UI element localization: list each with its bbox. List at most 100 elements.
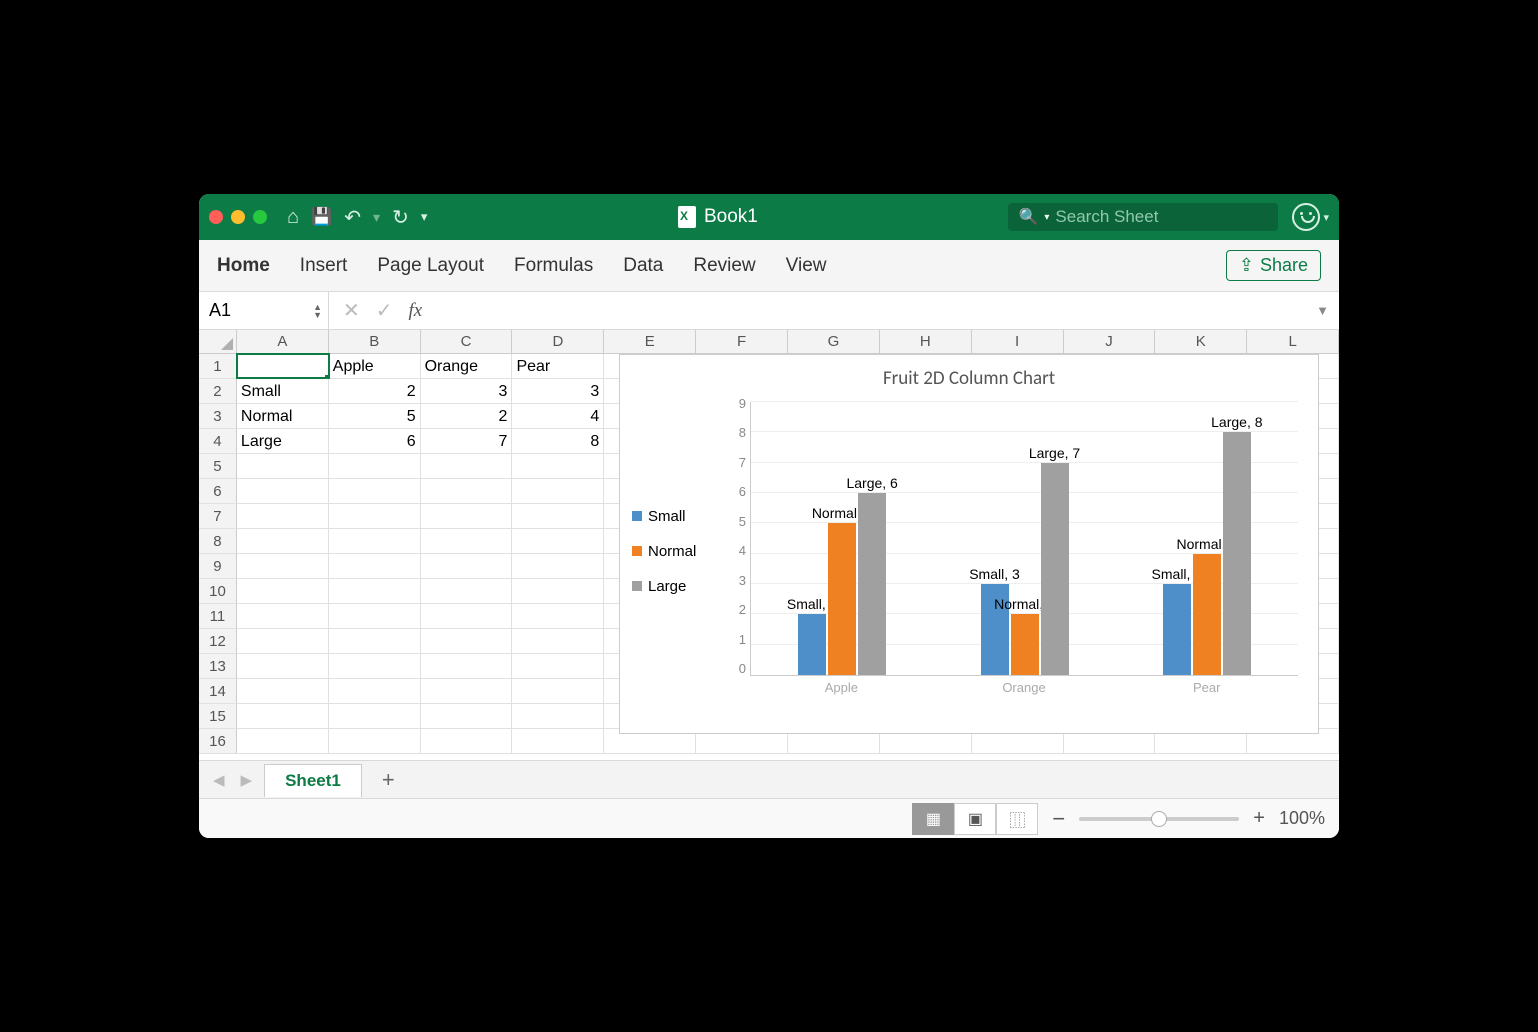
feedback-icon[interactable] — [1292, 203, 1320, 231]
maximize-window[interactable] — [253, 210, 267, 224]
cell-A16[interactable] — [237, 729, 329, 753]
col-header-D[interactable]: D — [512, 330, 604, 353]
col-header-B[interactable]: B — [329, 330, 421, 353]
cell-A9[interactable] — [237, 554, 329, 578]
sheet-nav-next-icon[interactable]: ▶ — [237, 771, 257, 789]
cell-B4[interactable]: 6 — [329, 429, 421, 453]
cell-B2[interactable]: 2 — [329, 379, 421, 403]
bar-Orange-Large[interactable] — [1041, 463, 1069, 675]
cell-A13[interactable] — [237, 654, 329, 678]
cell-D8[interactable] — [512, 529, 604, 553]
bar-Pear-Small[interactable] — [1163, 584, 1191, 675]
col-header-E[interactable]: E — [604, 330, 696, 353]
cell-B7[interactable] — [329, 504, 421, 528]
col-header-K[interactable]: K — [1155, 330, 1247, 353]
col-header-I[interactable]: I — [972, 330, 1064, 353]
tab-view[interactable]: View — [786, 255, 827, 277]
cell-B3[interactable]: 5 — [329, 404, 421, 428]
cell-D14[interactable] — [512, 679, 604, 703]
view-page-layout-icon[interactable]: ▣ — [954, 803, 996, 835]
accept-formula-icon[interactable]: ✓ — [376, 298, 393, 323]
cell-A5[interactable] — [237, 454, 329, 478]
search-sheet-box[interactable]: 🔍▾ — [1008, 203, 1278, 231]
legend-item-small[interactable]: Small — [632, 508, 722, 525]
cell-C5[interactable] — [421, 454, 513, 478]
cell-D6[interactable] — [512, 479, 604, 503]
cell-B15[interactable] — [329, 704, 421, 728]
cell-B14[interactable] — [329, 679, 421, 703]
tab-formulas[interactable]: Formulas — [514, 255, 593, 277]
cell-B8[interactable] — [329, 529, 421, 553]
feedback-chevron-icon[interactable]: ▾ — [1323, 211, 1329, 224]
cell-A15[interactable] — [237, 704, 329, 728]
cell-C8[interactable] — [421, 529, 513, 553]
cell-C1[interactable]: Orange — [421, 354, 513, 378]
bar-Orange-Normal[interactable] — [1011, 614, 1039, 675]
tab-home[interactable]: Home — [217, 255, 270, 277]
cell-D12[interactable] — [512, 629, 604, 653]
tab-page-layout[interactable]: Page Layout — [377, 255, 484, 277]
fx-icon[interactable]: fx — [409, 300, 423, 322]
cell-A1[interactable] — [237, 354, 329, 378]
name-box-stepper-icon[interactable]: ▲▼ — [313, 303, 322, 319]
tab-insert[interactable]: Insert — [300, 255, 348, 277]
bar-Apple-Normal[interactable] — [828, 523, 856, 675]
cell-D5[interactable] — [512, 454, 604, 478]
col-header-C[interactable]: C — [421, 330, 513, 353]
cell-C14[interactable] — [421, 679, 513, 703]
col-header-A[interactable]: A — [237, 330, 329, 353]
view-page-break-icon[interactable]: ⿲ — [996, 803, 1038, 835]
cell-C6[interactable] — [421, 479, 513, 503]
name-box[interactable]: A1 ▲▼ — [199, 292, 329, 329]
cell-C3[interactable]: 2 — [421, 404, 513, 428]
cell-C15[interactable] — [421, 704, 513, 728]
cell-C16[interactable] — [421, 729, 513, 753]
cell-C13[interactable] — [421, 654, 513, 678]
cell-D4[interactable]: 8 — [512, 429, 604, 453]
cell-B10[interactable] — [329, 579, 421, 603]
cell-C7[interactable] — [421, 504, 513, 528]
bar-Apple-Small[interactable] — [798, 614, 826, 675]
cell-D11[interactable] — [512, 604, 604, 628]
row-header-2[interactable]: 2 — [199, 379, 237, 403]
sheet-nav-prev-icon[interactable]: ◀ — [209, 771, 229, 789]
cell-A10[interactable] — [237, 579, 329, 603]
cell-D3[interactable]: 4 — [512, 404, 604, 428]
zoom-in-button[interactable]: + — [1253, 807, 1265, 830]
zoom-out-button[interactable]: − — [1052, 806, 1065, 832]
zoom-slider[interactable] — [1079, 817, 1239, 821]
cell-D7[interactable] — [512, 504, 604, 528]
row-header-14[interactable]: 14 — [199, 679, 237, 703]
add-sheet-button[interactable]: + — [370, 767, 407, 793]
row-header-15[interactable]: 15 — [199, 704, 237, 728]
tab-review[interactable]: Review — [693, 255, 755, 277]
col-header-J[interactable]: J — [1064, 330, 1156, 353]
row-header-12[interactable]: 12 — [199, 629, 237, 653]
cell-D2[interactable]: 3 — [512, 379, 604, 403]
row-header-11[interactable]: 11 — [199, 604, 237, 628]
share-button[interactable]: ⇪ Share — [1226, 250, 1321, 281]
row-header-9[interactable]: 9 — [199, 554, 237, 578]
row-header-5[interactable]: 5 — [199, 454, 237, 478]
select-all-corner[interactable] — [199, 330, 237, 353]
row-header-4[interactable]: 4 — [199, 429, 237, 453]
row-header-16[interactable]: 16 — [199, 729, 237, 753]
cell-A4[interactable]: Large — [237, 429, 329, 453]
cell-A11[interactable] — [237, 604, 329, 628]
cell-A8[interactable] — [237, 529, 329, 553]
bar-Apple-Large[interactable] — [858, 493, 886, 675]
view-normal-icon[interactable]: ▦ — [912, 803, 954, 835]
cell-D9[interactable] — [512, 554, 604, 578]
cell-B9[interactable] — [329, 554, 421, 578]
col-header-G[interactable]: G — [788, 330, 880, 353]
cell-B6[interactable] — [329, 479, 421, 503]
cell-C11[interactable] — [421, 604, 513, 628]
bar-Pear-Normal[interactable] — [1193, 554, 1221, 675]
formula-bar-expand-icon[interactable]: ▼ — [1306, 303, 1339, 318]
embedded-chart[interactable]: Fruit 2D Column Chart SmallNormalLarge 9… — [619, 354, 1319, 734]
cell-D13[interactable] — [512, 654, 604, 678]
row-header-1[interactable]: 1 — [199, 354, 237, 378]
col-header-H[interactable]: H — [880, 330, 972, 353]
cell-A7[interactable] — [237, 504, 329, 528]
cell-A6[interactable] — [237, 479, 329, 503]
